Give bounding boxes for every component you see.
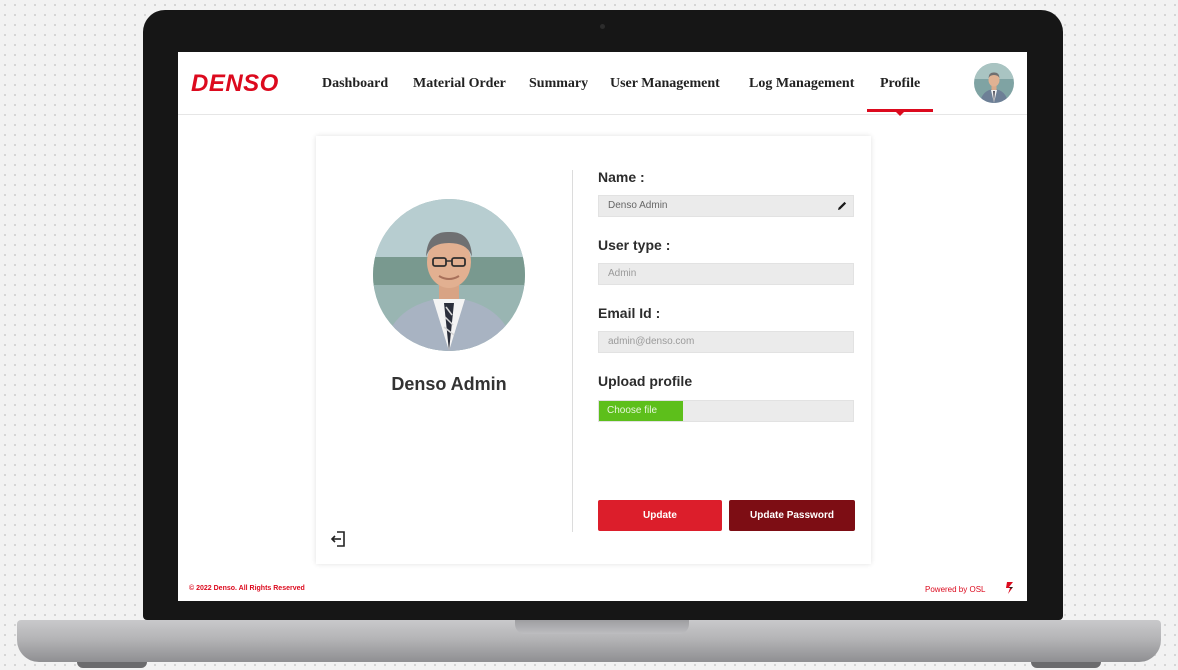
- vertical-divider: [572, 170, 573, 532]
- update-button[interactable]: Update: [598, 500, 722, 531]
- update-password-button[interactable]: Update Password: [729, 500, 855, 531]
- nav-item-profile[interactable]: Profile: [880, 76, 920, 92]
- email-field[interactable]: admin@denso.com: [598, 331, 854, 353]
- nav-item-user-management[interactable]: User Management: [610, 76, 720, 92]
- pencil-icon[interactable]: [836, 200, 848, 212]
- email-label: Email Id :: [598, 305, 661, 321]
- profile-card: Denso Admin Name : Denso Admin User type…: [316, 136, 871, 564]
- nav-item-log-management[interactable]: Log Management: [749, 76, 854, 92]
- name-field[interactable]: Denso Admin: [598, 195, 854, 217]
- camera-dot: [600, 24, 605, 29]
- laptop-foot-right: [1031, 662, 1101, 668]
- choose-file-button[interactable]: Choose file: [599, 401, 683, 421]
- profile-display-name: Denso Admin: [391, 374, 507, 394]
- copyright-text: © 2022 Denso. All Rights Reserved: [189, 585, 305, 592]
- active-tab-caret: [896, 112, 904, 116]
- nav-item-material-order[interactable]: Material Order: [413, 76, 506, 92]
- laptop-hinge-notch: [515, 620, 689, 634]
- name-label: Name :: [598, 169, 645, 185]
- upload-profile-label: Upload profile: [598, 373, 693, 389]
- nav-item-summary[interactable]: Summary: [529, 76, 588, 92]
- user-type-label: User type :: [598, 237, 671, 253]
- app-screen: DENSO Dashboard Material Order Summary U…: [178, 52, 1027, 601]
- logout-icon[interactable]: [329, 529, 349, 549]
- laptop-foot-left: [77, 662, 147, 668]
- name-field-value: Denso Admin: [608, 200, 668, 211]
- top-navbar: DENSO Dashboard Material Order Summary U…: [178, 52, 1027, 116]
- powered-by-text[interactable]: Powered by OSL: [925, 585, 985, 594]
- laptop-frame: DENSO Dashboard Material Order Summary U…: [143, 10, 1063, 620]
- user-avatar-icon[interactable]: [974, 63, 1014, 103]
- user-type-field[interactable]: Admin: [598, 263, 854, 285]
- denso-logo[interactable]: DENSO: [191, 70, 279, 98]
- nav-item-dashboard[interactable]: Dashboard: [322, 76, 388, 92]
- laptop-base: [17, 620, 1161, 668]
- profile-photo: [373, 199, 525, 351]
- file-upload-input[interactable]: Choose file: [598, 400, 854, 422]
- osl-logo-icon: [1005, 581, 1015, 595]
